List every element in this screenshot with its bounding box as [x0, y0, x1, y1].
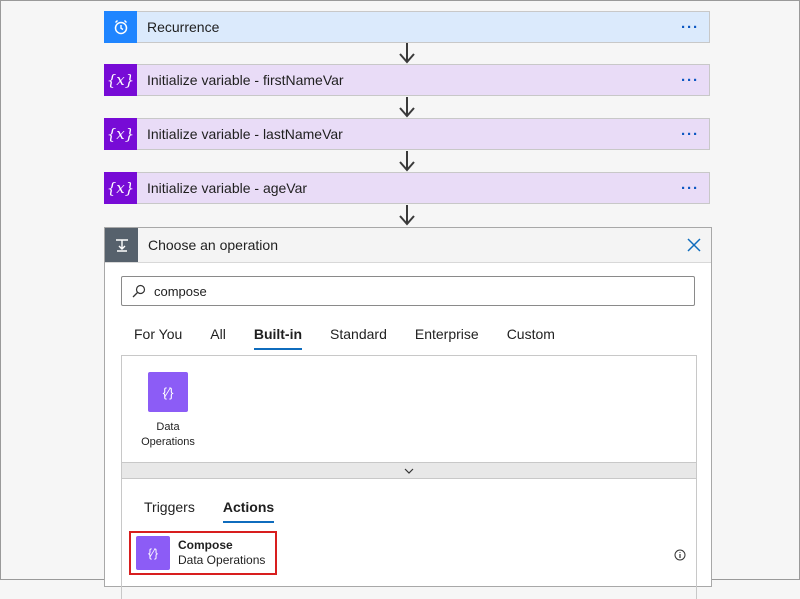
tab-all[interactable]: All: [210, 326, 226, 350]
action-connector: Data Operations: [178, 553, 266, 567]
tab-standard[interactable]: Standard: [330, 326, 387, 350]
action-name: Compose: [178, 538, 233, 552]
operation-icon: [105, 228, 138, 262]
info-icon[interactable]: [674, 549, 686, 561]
step-initialize-age[interactable]: {x} Initialize variable - ageVar ···: [104, 171, 710, 204]
step-initialize-lastname[interactable]: {x} Initialize variable - lastNameVar ··…: [104, 117, 710, 150]
connector-data-operations[interactable]: {⁄} Data Operations: [130, 372, 206, 450]
arrow-down-icon: [399, 43, 415, 64]
operation-tabs: For You All Built-in Standard Enterprise…: [134, 326, 583, 350]
panel-title: Choose an operation: [148, 237, 278, 253]
step-recurrence[interactable]: Recurrence ···: [104, 10, 710, 43]
more-options-icon[interactable]: ···: [681, 126, 699, 143]
more-options-icon[interactable]: ···: [681, 19, 699, 36]
arrow-down-icon: [399, 97, 415, 118]
action-compose[interactable]: {⁄} Compose Data Operations: [129, 531, 277, 575]
variable-icon: {x}: [104, 63, 137, 96]
more-options-icon[interactable]: ···: [681, 180, 699, 197]
data-operations-icon: {⁄}: [136, 536, 170, 570]
arrow-down-icon: [399, 151, 415, 172]
connector-label: Data Operations: [141, 421, 195, 448]
step-initialize-firstname[interactable]: {x} Initialize variable - firstNameVar ·…: [104, 63, 710, 96]
step-title: Initialize variable - firstNameVar: [147, 72, 344, 88]
panel-header: Choose an operation: [105, 228, 711, 263]
search-input[interactable]: [152, 282, 694, 300]
search-icon: [132, 284, 146, 298]
step-title: Initialize variable - lastNameVar: [147, 126, 343, 142]
more-options-icon[interactable]: ···: [681, 72, 699, 89]
tab-actions[interactable]: Actions: [222, 499, 275, 523]
variable-icon: {x}: [104, 171, 137, 204]
tab-enterprise[interactable]: Enterprise: [415, 326, 479, 350]
step-title: Initialize variable - ageVar: [147, 180, 308, 196]
step-title: Recurrence: [147, 19, 220, 35]
action-text: Compose Data Operations: [178, 538, 265, 568]
connector-list: {⁄} Data Operations: [121, 355, 697, 463]
close-icon[interactable]: [687, 238, 701, 252]
alarm-clock-icon: [104, 10, 137, 43]
tab-built-in[interactable]: Built-in: [253, 326, 303, 350]
arrow-down-icon: [399, 205, 415, 226]
search-box[interactable]: [121, 276, 695, 306]
actions-section: Triggers Actions {⁄} Compose Data Operat…: [121, 479, 697, 599]
variable-icon: {x}: [104, 117, 137, 150]
tab-custom[interactable]: Custom: [507, 326, 555, 350]
tab-for-you[interactable]: For You: [134, 326, 182, 350]
data-operations-icon: {⁄}: [148, 372, 188, 412]
trigger-action-tabs: Triggers Actions: [144, 499, 302, 523]
expand-connectors-toggle[interactable]: [121, 462, 697, 479]
choose-operation-panel: Choose an operation For You All Built-in…: [104, 227, 712, 599]
tab-triggers[interactable]: Triggers: [144, 499, 195, 523]
chevron-down-icon: [404, 468, 414, 474]
